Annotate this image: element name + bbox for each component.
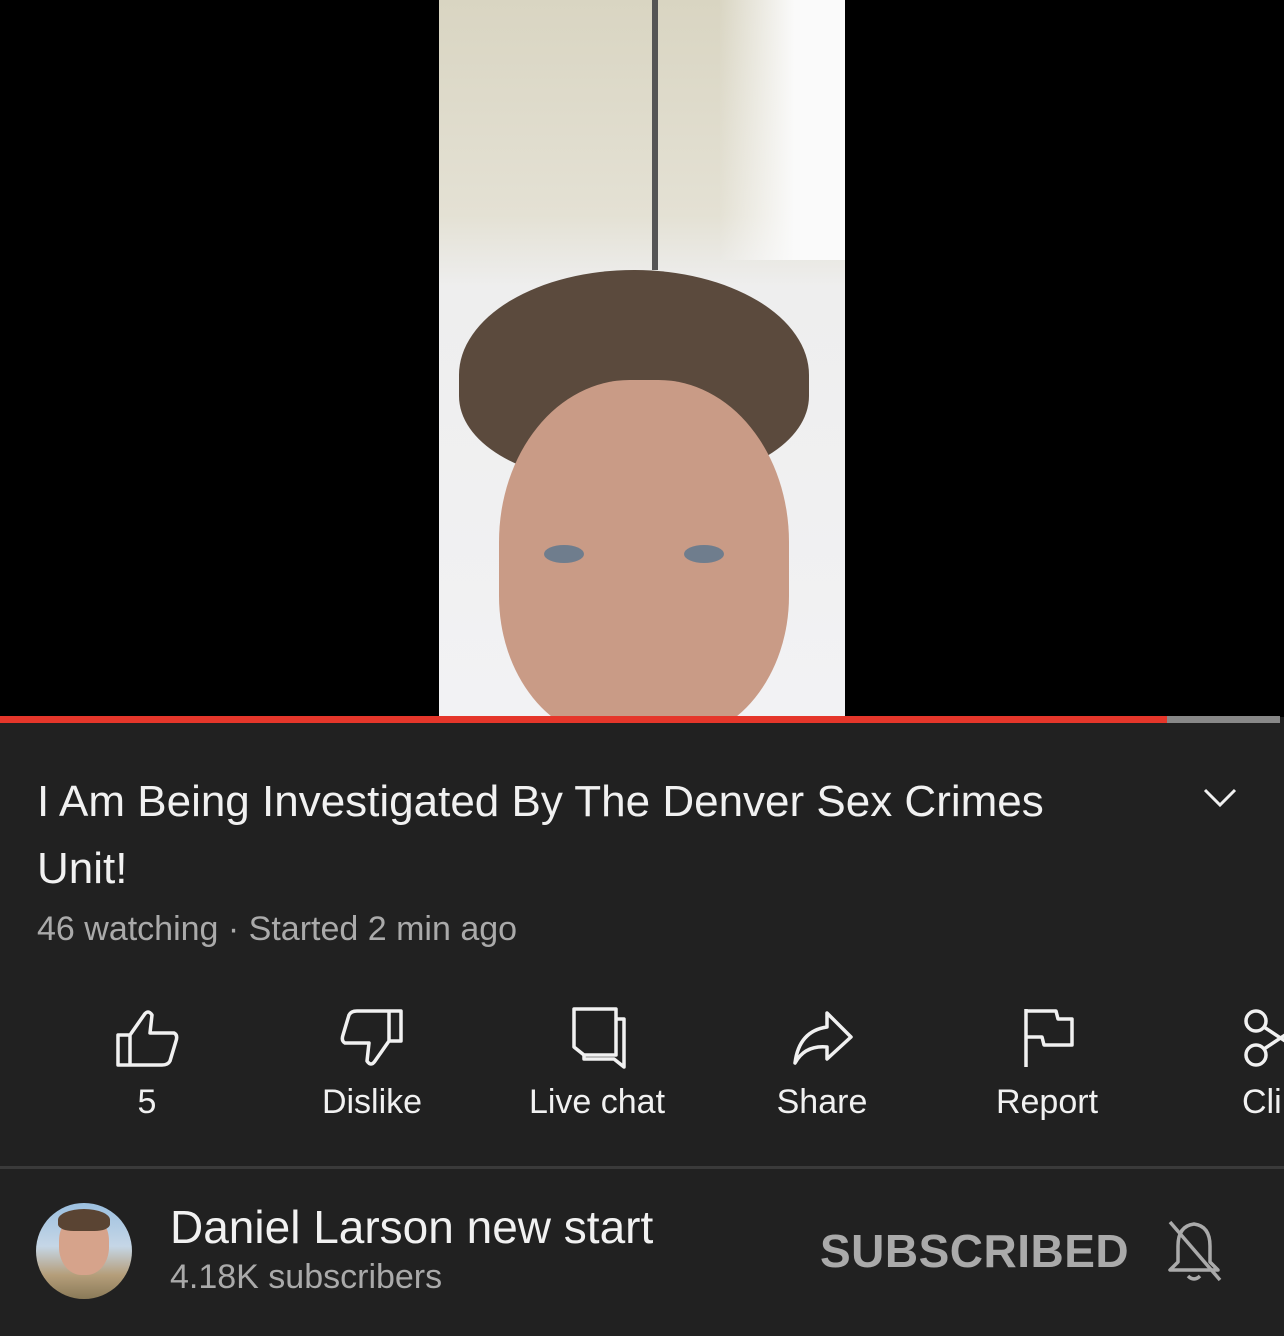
live-chat-icon bbox=[572, 1007, 626, 1069]
chevron-down-icon[interactable] bbox=[1198, 780, 1242, 816]
thumbs-down-icon bbox=[340, 1009, 403, 1066]
clip-button[interactable]: Cli bbox=[1160, 1005, 1284, 1135]
like-count: 5 bbox=[137, 1083, 157, 1121]
share-label: Share bbox=[776, 1083, 868, 1121]
channel-avatar[interactable] bbox=[36, 1203, 132, 1299]
live-chat-label: Live chat bbox=[528, 1083, 666, 1121]
video-player[interactable] bbox=[0, 0, 1284, 717]
share-icon bbox=[793, 1011, 853, 1065]
video-title: I Am Being Investigated By The Denver Se… bbox=[37, 777, 1044, 893]
dislike-label: Dislike bbox=[321, 1083, 423, 1121]
video-frame bbox=[439, 0, 845, 717]
video-meta: 46 watching · Started 2 min ago bbox=[37, 910, 518, 948]
report-label: Report bbox=[995, 1083, 1099, 1121]
live-chat-button[interactable]: Live chat bbox=[497, 1005, 697, 1135]
like-button[interactable]: 5 bbox=[47, 1005, 247, 1135]
share-button[interactable]: Share bbox=[722, 1005, 922, 1135]
progress-played bbox=[0, 716, 1168, 723]
subscriber-count: 4.18K subscribers bbox=[170, 1258, 443, 1296]
flag-icon bbox=[1024, 1009, 1074, 1067]
thumbs-up-icon bbox=[116, 1010, 179, 1067]
divider bbox=[0, 1166, 1284, 1169]
clip-label: Cli bbox=[1242, 1083, 1282, 1121]
channel-name[interactable]: Daniel Larson new start bbox=[170, 1200, 653, 1254]
dislike-button[interactable]: Dislike bbox=[272, 1005, 472, 1135]
scissors-icon bbox=[1244, 1009, 1284, 1067]
bell-off-icon[interactable] bbox=[1164, 1218, 1224, 1284]
subscribed-button[interactable]: SUBSCRIBED bbox=[820, 1224, 1129, 1278]
action-bar: 5 Dislike Live chat Share Report Cli bbox=[0, 1005, 1284, 1135]
progress-bar[interactable] bbox=[0, 716, 1280, 723]
report-button[interactable]: Report bbox=[947, 1005, 1147, 1135]
